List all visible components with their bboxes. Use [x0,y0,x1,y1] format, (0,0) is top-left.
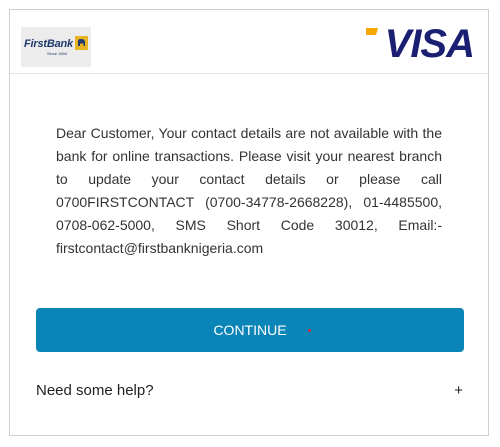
elephant-icon [75,36,88,50]
help-label: Need some help? [36,381,154,399]
help-toggle[interactable]: Need some help? + [36,376,464,404]
firstbank-logo-text: FirstBank [24,38,73,50]
visa-accent-icon [366,28,378,35]
continue-button-label: CONTINUE [213,322,287,338]
continue-button[interactable]: CONTINUE [36,308,464,352]
contact-details-message: Dear Customer, Your contact details are … [56,125,442,256]
firstbank-logo-since: Since 1894 [47,51,68,56]
expand-plus-icon[interactable]: + [454,382,463,399]
visa-logo: VISA [384,22,475,66]
firstbank-logo: FirstBank Since 1894 [21,27,91,67]
card-header: FirstBank Since 1894 VISA [10,10,488,74]
auth-card: FirstBank Since 1894 VISA Dear Customer,… [9,9,489,436]
indicator-dot [308,329,311,332]
